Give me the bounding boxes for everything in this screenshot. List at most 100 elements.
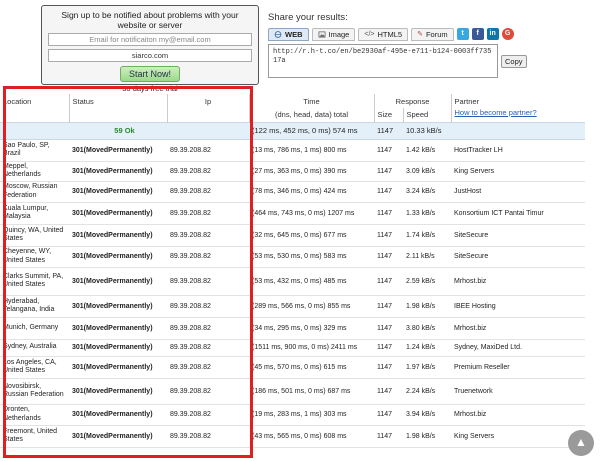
row-time: (19 ms, 283 ms, 1 ms) 303 ms	[249, 404, 374, 426]
row-speed: 1.98 kB/s	[403, 295, 451, 318]
row-size: 1147	[374, 267, 403, 296]
row-partner: Sydney, MaxiDed Ltd.	[451, 339, 585, 357]
row-time: (45 ms, 570 ms, 0 ms) 615 ms	[249, 356, 374, 379]
row-time: (43 ms, 565 ms, 0 ms) 608 ms	[249, 425, 374, 448]
tab-forum-label: Forum	[425, 29, 448, 39]
row-partner: HostTracker LH	[451, 139, 585, 162]
start-now-button[interactable]: Start Now!	[119, 66, 180, 82]
row-size: 1147	[374, 339, 403, 357]
share-body: http://r.h-t.co/en/be2930af-495e-e711-b1…	[268, 44, 530, 78]
row-partner: IBEE Hosting	[451, 295, 585, 318]
row-ip: 89.39.208.82	[167, 202, 249, 225]
row-status-link[interactable]: 301(MovedPermanently)	[69, 339, 167, 357]
tab-image-label: Image	[328, 29, 350, 39]
row-partner: Truenetwork	[451, 378, 585, 405]
linkedin-icon[interactable]: in	[486, 28, 499, 40]
row-status-link[interactable]: 301(MovedPermanently)	[69, 181, 167, 203]
notify-domain-input[interactable]	[48, 49, 252, 62]
row-speed: 2.11 kB/s	[403, 246, 451, 268]
row-ip: 89.39.208.82	[167, 339, 249, 357]
row-speed: 3.24 kB/s	[403, 181, 451, 203]
row-size: 1147	[374, 317, 403, 340]
results-table-container: Location Status Ip Time Response Partner…	[0, 94, 600, 448]
row-location: Los Angeles, CA, United States	[0, 356, 69, 379]
row-ip: 89.39.208.82	[167, 224, 249, 247]
summary-size: 1147	[374, 121, 403, 140]
row-partner: SiteSecure	[451, 224, 585, 247]
col-location-header: Location	[0, 94, 70, 122]
row-ip: 89.39.208.82	[167, 317, 249, 340]
table-row: Los Angeles, CA, United States 301(MovedP…	[0, 356, 585, 379]
code-icon: </>	[364, 30, 375, 38]
row-partner: King Servers	[451, 161, 585, 182]
row-location: Sydney, Australia	[0, 339, 69, 357]
row-status-link[interactable]: 301(MovedPermanently)	[69, 295, 167, 318]
row-location: Meppel, Netherlands	[0, 161, 69, 182]
row-status-link[interactable]: 301(MovedPermanently)	[69, 378, 167, 405]
row-ip: 89.39.208.82	[167, 161, 249, 182]
free-trial-text: 30 days free trial	[122, 84, 178, 93]
row-location: Kuala Lumpur, Malaysia	[0, 202, 69, 225]
share-url-field[interactable]: http://r.h-t.co/en/be2930af-495e-e711-b1…	[268, 44, 498, 78]
row-size: 1147	[374, 378, 403, 405]
col-speed-header: Speed	[403, 108, 452, 122]
copy-button[interactable]: Copy	[501, 55, 527, 68]
row-ip: 89.39.208.82	[167, 139, 249, 162]
row-location: Cheyenne, WY, United States	[0, 246, 69, 268]
facebook-icon[interactable]: f	[471, 28, 484, 40]
arrow-up-icon[interactable]: ▲	[568, 430, 594, 456]
row-size: 1147	[374, 139, 403, 162]
row-status-link[interactable]: 301(MovedPermanently)	[69, 425, 167, 448]
row-location: Freemont, United States	[0, 425, 69, 448]
globe-icon	[274, 30, 282, 38]
notify-email-input[interactable]	[48, 33, 252, 46]
row-status-link[interactable]: 301(MovedPermanently)	[69, 202, 167, 225]
summary-row: 59 Ok (122 ms, 452 ms, 0 ms) 574 ms 1147…	[0, 121, 585, 140]
row-status-link[interactable]: 301(MovedPermanently)	[69, 356, 167, 379]
row-time: (186 ms, 501 ms, 0 ms) 687 ms	[249, 378, 374, 405]
row-status-link[interactable]: 301(MovedPermanently)	[69, 317, 167, 340]
row-status-link[interactable]: 301(MovedPermanently)	[69, 224, 167, 247]
row-partner: Konsortium ICT Pantai Timur	[451, 202, 585, 225]
row-time: (53 ms, 432 ms, 0 ms) 485 ms	[249, 267, 374, 296]
row-ip: 89.39.208.82	[167, 246, 249, 268]
row-speed: 2.59 kB/s	[403, 267, 451, 296]
table-row: Dronten, Netherlands 301(MovedPermanently…	[0, 404, 585, 426]
tab-image[interactable]: Image	[311, 27, 356, 41]
twitter-icon[interactable]: t	[456, 28, 469, 40]
row-speed: 1.74 kB/s	[403, 224, 451, 247]
row-status-link[interactable]: 301(MovedPermanently)	[69, 267, 167, 296]
row-status-link[interactable]: 301(MovedPermanently)	[69, 161, 167, 182]
become-partner-link[interactable]: How to become partner?	[455, 108, 583, 117]
googleplus-icon[interactable]: G	[501, 28, 514, 40]
row-time: (53 ms, 530 ms, 0 ms) 583 ms	[249, 246, 374, 268]
tab-html5[interactable]: </> HTML5	[358, 27, 409, 41]
row-speed: 1.98 kB/s	[403, 425, 451, 448]
row-status-link[interactable]: 301(MovedPermanently)	[69, 246, 167, 268]
row-partner: Mrhost.biz	[451, 267, 585, 296]
tab-forum[interactable]: ✎ Forum	[411, 27, 454, 41]
row-size: 1147	[374, 356, 403, 379]
row-status-link[interactable]: 301(MovedPermanently)	[69, 139, 167, 162]
row-time: (1511 ms, 900 ms, 0 ms) 2411 ms	[249, 339, 374, 357]
results-table: Location Status Ip Time Response Partner…	[0, 94, 585, 448]
partner-header-label: Partner	[454, 97, 480, 106]
row-ip: 89.39.208.82	[167, 425, 249, 448]
row-size: 1147	[374, 246, 403, 268]
row-size: 1147	[374, 295, 403, 318]
row-size: 1147	[374, 202, 403, 225]
tab-web[interactable]: WEB	[268, 27, 309, 41]
table-row: Sao Paulo, SP, Brazil 301(MovedPermanentl…	[0, 139, 585, 162]
row-status-link[interactable]: 301(MovedPermanently)	[69, 404, 167, 426]
col-ip-header: Ip	[167, 94, 250, 122]
table-row: Quincy, WA, United States 301(MovedPerman…	[0, 224, 585, 247]
row-ip: 89.39.208.82	[167, 181, 249, 203]
row-partner: JustHost	[451, 181, 585, 203]
row-speed: 1.24 kB/s	[403, 339, 451, 357]
table-row: Moscow, Russian Federation 301(MovedPerma…	[0, 181, 585, 203]
table-row: Sydney, Australia 301(MovedPermanently) 89…	[0, 339, 585, 357]
tab-web-label: WEB	[285, 29, 303, 39]
share-results-panel: Share your results: WEB Image </> HTML5 …	[268, 12, 530, 78]
col-time-header: Time	[249, 94, 375, 108]
row-time: (27 ms, 363 ms, 0 ms) 390 ms	[249, 161, 374, 182]
